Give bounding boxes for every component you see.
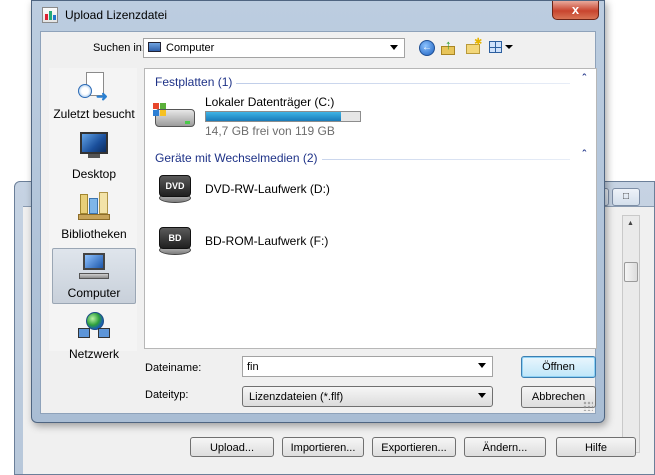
back-icon[interactable]: ← bbox=[419, 40, 435, 56]
place-desktop[interactable]: Desktop bbox=[52, 128, 136, 184]
collapse-chevron-icon[interactable]: ˆ bbox=[582, 149, 586, 161]
filename-label: Dateiname: bbox=[145, 362, 202, 374]
drive-item-c[interactable]: Lokaler Datenträger (C:) 14,7 GB frei vo… bbox=[151, 93, 571, 138]
place-label: Zuletzt besucht bbox=[53, 107, 135, 121]
bg-scrollbar[interactable]: ▲ ▼ bbox=[622, 215, 640, 453]
place-computer[interactable]: Computer bbox=[52, 248, 136, 304]
scrollbar-thumb[interactable] bbox=[624, 262, 638, 282]
place-label: Bibliotheken bbox=[61, 227, 127, 241]
app-icon bbox=[42, 7, 58, 23]
drive-usage-fill bbox=[206, 112, 341, 121]
dialog-body: Suchen in: Computer ← ↑ ✱ ➜ Zuletzt besu… bbox=[40, 31, 597, 414]
drive-usage-bar bbox=[205, 111, 361, 122]
look-in-combo[interactable]: Computer bbox=[143, 38, 405, 58]
drive-name: BD-ROM-Laufwerk (F:) bbox=[205, 234, 329, 248]
chevron-down-icon[interactable] bbox=[478, 363, 486, 368]
import-button[interactable]: Importieren... bbox=[282, 437, 364, 457]
computer-icon bbox=[79, 253, 111, 281]
close-button[interactable]: x bbox=[552, 1, 599, 20]
place-recent[interactable]: ➜ Zuletzt besucht bbox=[52, 68, 136, 124]
group-header-label: Geräte mit Wechselmedien (2) bbox=[155, 151, 322, 165]
group-header-label: Festplatten (1) bbox=[155, 75, 237, 89]
close-icon: x bbox=[571, 2, 580, 17]
change-button[interactable]: Ändern... bbox=[464, 437, 546, 457]
places-bar: ➜ Zuletzt besucht Desktop Bibliotheken C… bbox=[49, 68, 137, 361]
up-folder-icon[interactable]: ↑ bbox=[441, 38, 457, 56]
filename-combo[interactable] bbox=[242, 356, 493, 377]
upload-button[interactable]: Upload... bbox=[190, 437, 274, 457]
help-button[interactable]: Hilfe bbox=[556, 437, 636, 457]
chevron-down-icon bbox=[390, 45, 398, 50]
group-header-hard-disks[interactable]: Festplatten (1) ˆ bbox=[155, 73, 586, 91]
recent-places-icon: ➜ bbox=[78, 72, 110, 104]
filename-input[interactable] bbox=[247, 358, 467, 375]
place-label: Computer bbox=[67, 286, 121, 300]
chevron-down-icon bbox=[478, 393, 486, 398]
resize-grip-icon[interactable] bbox=[583, 401, 593, 411]
hard-drive-icon bbox=[151, 95, 199, 133]
filetype-label: Dateityp: bbox=[145, 389, 189, 401]
scroll-up-arrow-icon[interactable]: ▲ bbox=[627, 220, 634, 227]
place-label: Netzwerk bbox=[68, 347, 119, 361]
open-button[interactable]: Öffnen bbox=[521, 356, 596, 378]
look-in-value: Computer bbox=[166, 42, 215, 54]
bg-maximize-button[interactable]: □ bbox=[612, 188, 640, 206]
desktop-icon bbox=[78, 132, 110, 160]
filetype-select[interactable]: Lizenzdateien (*.flf) bbox=[242, 386, 493, 407]
group-header-removable[interactable]: Geräte mit Wechselmedien (2) ˆ bbox=[155, 149, 586, 167]
look-in-label: Suchen in: bbox=[93, 42, 145, 54]
libraries-icon bbox=[78, 192, 110, 220]
dialog-titlebar[interactable]: Upload Lizenzdatei x bbox=[32, 1, 604, 29]
dvd-drive-icon: DVD bbox=[151, 171, 199, 209]
place-network[interactable]: Netzwerk bbox=[52, 308, 136, 364]
export-button[interactable]: Exportieren... bbox=[372, 437, 456, 457]
collapse-chevron-icon[interactable]: ˆ bbox=[582, 73, 586, 85]
bd-drive-icon: BD bbox=[151, 223, 199, 261]
views-menu-icon[interactable] bbox=[489, 40, 513, 56]
drive-item-f[interactable]: BD BD-ROM-Laufwerk (F:) bbox=[151, 221, 571, 265]
computer-small-icon bbox=[148, 42, 161, 52]
dialog-title: Upload Lizenzdatei bbox=[65, 8, 168, 22]
drive-free-space: 14,7 GB frei von 119 GB bbox=[205, 124, 335, 138]
file-list[interactable]: Festplatten (1) ˆ Lokaler Datenträger (C… bbox=[144, 68, 597, 349]
place-libraries[interactable]: Bibliotheken bbox=[52, 188, 136, 244]
filetype-value: Lizenzdateien (*.flf) bbox=[249, 391, 344, 403]
drive-name: DVD-RW-Laufwerk (D:) bbox=[205, 182, 330, 196]
place-label: Desktop bbox=[71, 167, 117, 181]
drive-name: Lokaler Datenträger (C:) bbox=[205, 95, 335, 109]
drive-item-d[interactable]: DVD DVD-RW-Laufwerk (D:) bbox=[151, 169, 571, 213]
new-folder-icon[interactable]: ✱ bbox=[465, 37, 482, 56]
network-icon bbox=[78, 312, 110, 340]
upload-dialog: Upload Lizenzdatei x Suchen in: Computer… bbox=[31, 0, 605, 423]
